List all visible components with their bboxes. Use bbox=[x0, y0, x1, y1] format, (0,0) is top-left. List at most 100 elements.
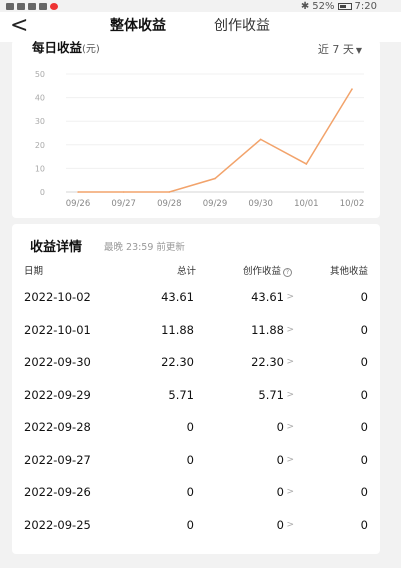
data-point bbox=[305, 163, 308, 165]
col-creation-earnings: 创作收益? bbox=[243, 263, 292, 277]
earnings-detail-card: 收益详情 最晚 23:59 前更新 日期 总计 创作收益? 其他收益 2022-… bbox=[12, 224, 380, 554]
x-tick-label: 09/28 bbox=[157, 199, 182, 209]
chart-unit: (元) bbox=[82, 44, 100, 55]
update-note: 最晚 23:59 前更新 bbox=[104, 242, 185, 253]
chevron-right-icon[interactable]: > bbox=[286, 455, 294, 465]
row-total: 0 bbox=[186, 485, 194, 499]
x-tick-label: 09/29 bbox=[203, 199, 228, 209]
row-creation-earnings: 11.88 bbox=[251, 322, 284, 337]
clock: 7:20 bbox=[354, 0, 377, 12]
status-bar: ✱ 52% 7:20 bbox=[0, 0, 401, 12]
row-creation-earnings: 0 bbox=[276, 420, 284, 434]
battery-percent: 52% bbox=[312, 0, 335, 12]
row-total: 0 bbox=[186, 517, 194, 532]
x-tick-label: 09/27 bbox=[111, 199, 136, 209]
tab-creation-earnings[interactable]: 创作收益 bbox=[214, 17, 270, 35]
chevron-right-icon[interactable]: > bbox=[286, 325, 294, 335]
y-tick-label: 0 bbox=[40, 188, 45, 197]
row-other-earnings: 0 bbox=[360, 355, 368, 369]
table-row[interactable]: 2022-10-01 11.88 11.88 >0 bbox=[12, 315, 380, 348]
row-total: 5.71 bbox=[168, 387, 194, 402]
app-icon bbox=[39, 2, 47, 10]
y-tick-label: 50 bbox=[35, 70, 45, 79]
data-point bbox=[168, 191, 171, 193]
chevron-right-icon[interactable]: > bbox=[286, 520, 294, 530]
row-date: 2022-09-26 bbox=[24, 485, 91, 499]
row-other-earnings: 0 bbox=[360, 452, 368, 467]
row-other-earnings: 0 bbox=[360, 420, 368, 434]
table-header: 日期 总计 创作收益? 其他收益 bbox=[12, 263, 380, 279]
wifi-icon bbox=[28, 2, 36, 10]
x-tick-label: 09/26 bbox=[66, 199, 91, 209]
chevron-right-icon[interactable]: > bbox=[286, 487, 294, 497]
row-total: 43.61 bbox=[161, 290, 194, 304]
x-tick-label: 10/01 bbox=[294, 199, 319, 209]
daily-earnings-card: 0 10 20 30 40 50 09/26 09/27 09/28 09/29 09/30 10/0… bbox=[12, 40, 380, 218]
chevron-right-icon[interactable]: > bbox=[286, 357, 294, 367]
battery-icon bbox=[337, 2, 352, 10]
col-other-earnings: 其他收益 bbox=[329, 266, 368, 277]
col-date: 日期 bbox=[24, 266, 44, 277]
row-creation-earnings: 0 bbox=[276, 452, 284, 467]
data-point bbox=[259, 138, 262, 141]
range-selector[interactable]: 近 7 天 ▼ bbox=[318, 41, 362, 57]
chart-title: 每日收益(元) bbox=[32, 37, 100, 56]
row-date: 2022-09-25 bbox=[24, 517, 91, 532]
row-other-earnings: 0 bbox=[360, 387, 368, 402]
x-tick-label: 09/30 bbox=[248, 199, 273, 209]
help-icon[interactable]: ? bbox=[283, 268, 292, 277]
chevron-right-icon[interactable]: > bbox=[286, 292, 294, 302]
data-point bbox=[214, 177, 216, 180]
table-row[interactable]: 2022-09-29 5.71 5.71 >0 bbox=[12, 380, 380, 413]
row-total: 0 bbox=[186, 452, 194, 467]
y-tick-label: 10 bbox=[35, 164, 45, 173]
row-creation-earnings: 0 bbox=[276, 485, 284, 499]
table-row[interactable]: 2022-09-27 0 0 >0 bbox=[12, 445, 380, 478]
table-row[interactable]: 2022-09-28 0 0 >0 bbox=[12, 412, 380, 445]
row-other-earnings: 0 bbox=[360, 322, 368, 337]
col-creation-label: 创作收益 bbox=[242, 266, 281, 277]
app-badge-icon bbox=[50, 2, 58, 10]
earnings-table: 2022-10-02 43.61 43.61 >0 2022-10-01 11.88 11.… bbox=[12, 282, 380, 542]
series-line bbox=[78, 88, 353, 193]
row-total: 0 bbox=[186, 420, 194, 434]
signal-icon bbox=[17, 2, 25, 10]
row-other-earnings: 0 bbox=[360, 485, 368, 499]
bluetooth-icon: ✱ bbox=[300, 0, 310, 12]
caret-down-icon: ▼ bbox=[355, 46, 362, 55]
row-date: 2022-09-29 bbox=[24, 387, 91, 402]
data-point bbox=[122, 191, 125, 193]
row-date: 2022-09-30 bbox=[24, 355, 91, 369]
row-total: 11.88 bbox=[161, 322, 194, 337]
row-date: 2022-09-27 bbox=[24, 452, 91, 467]
chevron-right-icon[interactable]: > bbox=[286, 422, 294, 432]
data-point bbox=[77, 191, 79, 193]
table-row[interactable]: 2022-10-02 43.61 43.61 >0 bbox=[12, 282, 380, 315]
table-row[interactable]: 2022-09-30 22.30 22.30 >0 bbox=[12, 347, 380, 380]
chart-title-text: 每日收益 bbox=[32, 40, 83, 55]
table-row[interactable]: 2022-09-26 0 0 >0 bbox=[12, 477, 380, 510]
status-icons-left bbox=[6, 0, 58, 12]
y-tick-label: 40 bbox=[35, 94, 45, 103]
y-tick-label: 20 bbox=[35, 141, 45, 150]
row-creation-earnings: 22.30 bbox=[251, 355, 284, 369]
row-date: 2022-10-02 bbox=[24, 290, 91, 304]
row-creation-earnings: 0 bbox=[276, 517, 284, 532]
status-icons-right: ✱ 52% 7:20 bbox=[301, 0, 377, 12]
table-row[interactable]: 2022-09-25 0 0 >0 bbox=[12, 510, 380, 543]
row-creation-earnings: 5.71 bbox=[258, 387, 284, 402]
col-total: 总计 bbox=[176, 266, 196, 277]
row-total: 22.30 bbox=[161, 355, 194, 369]
detail-title: 收益详情 bbox=[30, 240, 83, 255]
chevron-right-icon[interactable]: > bbox=[286, 390, 294, 400]
daily-earnings-chart: 0 10 20 30 40 50 09/26 09/27 09/28 09/29 09/30 10/0… bbox=[35, 70, 365, 209]
row-date: 2022-09-28 bbox=[24, 420, 91, 434]
row-date: 2022-10-01 bbox=[24, 322, 91, 337]
data-point bbox=[351, 88, 353, 90]
chevron-left-icon[interactable]: < bbox=[10, 14, 28, 38]
notification-icon bbox=[6, 2, 14, 10]
y-tick-label: 30 bbox=[35, 117, 45, 126]
row-other-earnings: 0 bbox=[360, 517, 368, 532]
x-tick-label: 10/02 bbox=[340, 199, 365, 209]
tab-overall-earnings[interactable]: 整体收益 bbox=[110, 17, 166, 35]
